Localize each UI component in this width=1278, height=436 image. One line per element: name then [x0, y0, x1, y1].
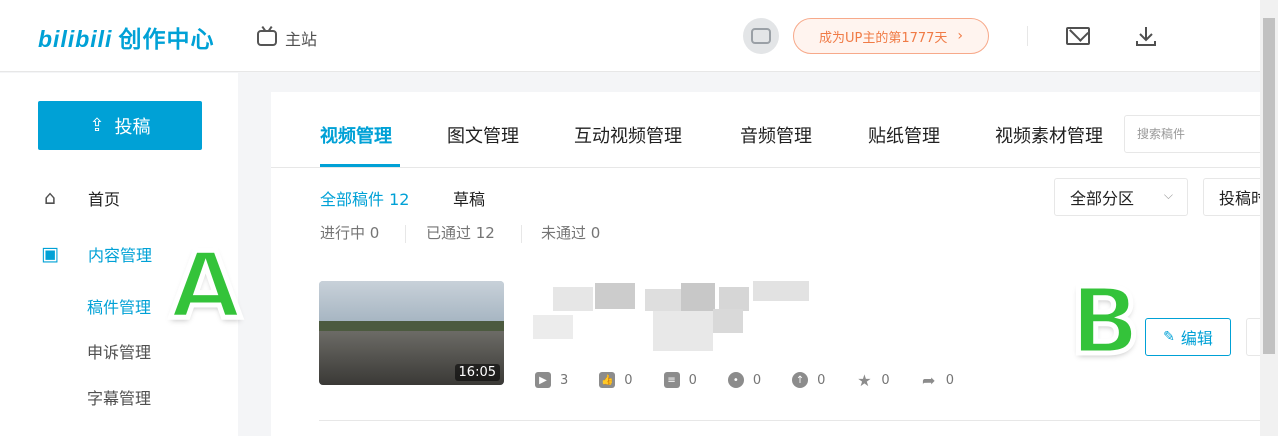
video-thumbnail[interactable]: 16:05 [319, 281, 504, 385]
stat-value: 0 [817, 372, 826, 388]
avatar[interactable] [743, 18, 779, 54]
chevron-right-icon: › [957, 28, 964, 44]
main-panel: 视频管理 图文管理 互动视频管理 音频管理 贴纸管理 视频素材管理 搜索稿件 全… [271, 92, 1276, 436]
top-bar: bilibili 创作中心 主站 成为UP主的第1777天 › [0, 0, 1260, 72]
header-divider [1027, 26, 1028, 46]
scrollbar-thumb[interactable] [1263, 18, 1275, 354]
main-site-link[interactable]: 主站 [257, 26, 317, 50]
avatar-face-icon [751, 28, 771, 44]
stat-value: 0 [688, 372, 697, 388]
comment-icon: • [727, 372, 744, 388]
logo-text: 创作中心 [118, 27, 215, 53]
status-divider [521, 225, 522, 243]
video-duration: 16:05 [454, 364, 500, 381]
upload-button[interactable]: ⇪ 投稿 [38, 101, 202, 150]
tab-bar: 视频管理 图文管理 互动视频管理 音频管理 贴纸管理 视频素材管理 搜索稿件 [271, 92, 1264, 168]
home-icon: ⌂ [43, 187, 57, 209]
status-in-progress[interactable]: 进行中 0 [320, 222, 379, 243]
sidebar-item-content[interactable]: ▣ 内容管理 [38, 242, 152, 266]
logo[interactable]: bilibili 创作中心 [38, 20, 214, 54]
category-select-label: 全部分区 [1070, 189, 1135, 208]
up-days-label: 成为UP主的第1777天 [818, 30, 948, 46]
stat-plays: ▶ 3 [535, 372, 568, 388]
pencil-icon: ✎ [1163, 329, 1175, 345]
stat-value: 0 [881, 372, 890, 388]
sidebar-item-label: 内容管理 [88, 246, 153, 265]
tv-icon [257, 30, 277, 46]
stat-value: 0 [624, 372, 633, 388]
status-rejected[interactable]: 未通过 0 [541, 222, 600, 243]
sidebar-item-label: 首页 [88, 190, 121, 209]
row-divider [319, 420, 1260, 421]
stat-danmaku: ≡ 0 [663, 372, 697, 388]
chevron-down-icon: ⌵ [1163, 188, 1173, 202]
tab-material[interactable]: 视频素材管理 [995, 122, 1103, 148]
search-input[interactable]: 搜索稿件 [1124, 115, 1264, 153]
tab-article[interactable]: 图文管理 [447, 122, 519, 148]
filter-all[interactable]: 全部稿件 12 [320, 186, 409, 210]
star-icon: ★ [857, 370, 872, 390]
sidebar-subitem-manuscripts[interactable]: 稿件管理 [87, 294, 151, 318]
stat-value: 0 [752, 372, 762, 388]
status-approved[interactable]: 已通过 12 [426, 222, 495, 243]
download-icon[interactable] [1134, 24, 1158, 48]
category-select[interactable]: 全部分区 ⌵ [1054, 178, 1188, 216]
edit-label: 编辑 [1180, 329, 1213, 348]
blurred-title[interactable] [533, 281, 810, 353]
stat-likes: 👍 0 [599, 372, 633, 388]
content-icon: ▣ [41, 243, 59, 265]
share-icon: ➦ [921, 370, 936, 390]
danmaku-icon: ≡ [663, 372, 680, 388]
sidebar-subitem-appeals[interactable]: 申诉管理 [87, 339, 151, 363]
like-icon: 👍 [599, 372, 616, 388]
marker-a: A [167, 230, 243, 342]
tab-audio[interactable]: 音频管理 [740, 122, 812, 148]
stat-coins: ↑ 0 [792, 372, 825, 388]
tab-interactive[interactable]: 互动视频管理 [574, 122, 682, 148]
marker-b: B [1067, 266, 1142, 378]
logo-bili: bilibili [38, 26, 113, 52]
upload-icon: ⇪ [89, 115, 105, 136]
stat-value: 0 [945, 372, 954, 388]
video-stats: ▶ 3 👍 0 ≡ 0 • 0 ↑ 0 ★ 0 ➦ 0 [535, 370, 985, 390]
active-tab-indicator [320, 164, 400, 167]
up-days-badge[interactable]: 成为UP主的第1777天 › [793, 18, 989, 54]
tab-sticker[interactable]: 贴纸管理 [868, 122, 940, 148]
stat-value: 3 [560, 372, 569, 388]
stat-shares: ➦ 0 [921, 370, 954, 390]
play-icon: ▶ [535, 372, 551, 388]
stat-comments: • 0 [727, 372, 762, 388]
upload-label: 投稿 [114, 116, 151, 138]
status-divider [405, 225, 406, 243]
stat-favorites: ★ 0 [856, 370, 890, 390]
edit-button[interactable]: ✎ 编辑 [1145, 318, 1231, 356]
sidebar-subitem-subtitles[interactable]: 字幕管理 [87, 385, 151, 409]
tab-video[interactable]: 视频管理 [320, 122, 392, 148]
main-site-label: 主站 [285, 30, 318, 49]
coin-icon: ↑ [792, 372, 809, 388]
scrollbar[interactable] [1260, 0, 1278, 436]
mail-icon[interactable] [1066, 27, 1090, 45]
filter-draft[interactable]: 草稿 [453, 186, 485, 210]
sidebar-item-home[interactable]: ⌂ 首页 [38, 186, 120, 210]
